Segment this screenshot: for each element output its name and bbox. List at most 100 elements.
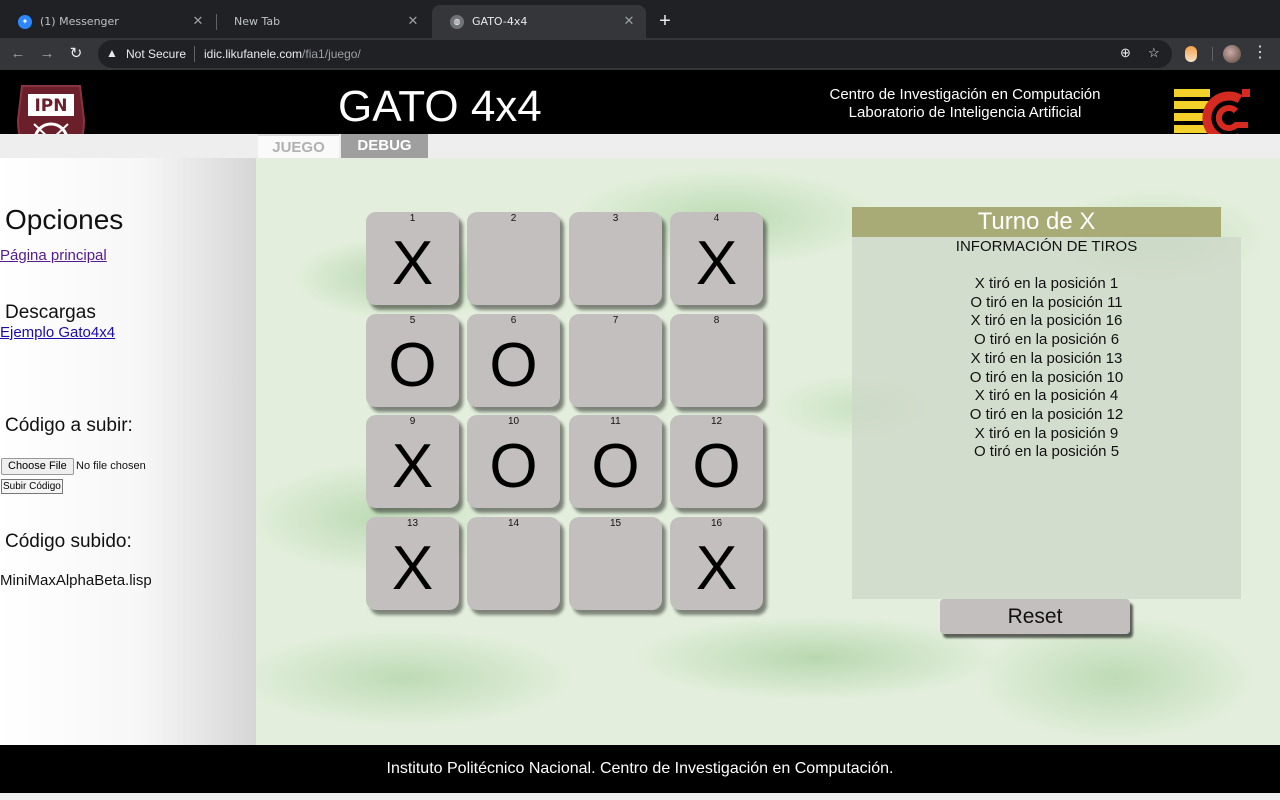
move-entry: O tiró en la posición 6 bbox=[973, 331, 1120, 349]
header-subtitle: Centro de Investigación en Computación L… bbox=[790, 86, 1140, 122]
board-cell-8[interactable]: 8 bbox=[670, 314, 763, 407]
cell-mark: X bbox=[391, 229, 434, 298]
board-cell-14[interactable]: 14 bbox=[467, 517, 560, 610]
cell-number: 13 bbox=[406, 518, 419, 529]
ipn-logo-text: IPN bbox=[34, 96, 67, 116]
upload-heading: Código a subir: bbox=[5, 415, 133, 436]
example-download-link[interactable]: Ejemplo Gato4x4 bbox=[0, 324, 115, 341]
back-icon[interactable]: ← bbox=[6, 42, 30, 66]
cell-mark: X bbox=[695, 534, 738, 603]
board-cell-11[interactable]: 11 O bbox=[569, 415, 662, 508]
tab-juego[interactable]: JUEGO bbox=[258, 134, 339, 158]
main-page-link[interactable]: Página principal bbox=[0, 247, 107, 264]
board-cell-15[interactable]: 15 bbox=[569, 517, 662, 610]
browser-tab-new-tab[interactable]: New Tab ✕ bbox=[216, 5, 430, 38]
close-tab-icon[interactable]: ✕ bbox=[191, 14, 205, 29]
board-cell-13[interactable]: 13 X bbox=[366, 517, 459, 610]
move-entry: O tiró en la posición 11 bbox=[970, 293, 1123, 311]
zoom-icon[interactable]: ⊕ bbox=[1120, 45, 1131, 61]
tab-strip-background bbox=[0, 134, 1280, 158]
uploaded-heading: Código subido: bbox=[5, 531, 132, 552]
cell-mark: O bbox=[591, 432, 640, 501]
options-heading: Opciones bbox=[5, 204, 124, 235]
url-host: idic.likufanele.com bbox=[204, 47, 303, 61]
tab-title: GATO-4x4 bbox=[472, 15, 528, 28]
browser-menu-icon[interactable]: ⋮ bbox=[1252, 42, 1268, 64]
move-entry: O tiró en la posición 5 bbox=[973, 443, 1120, 461]
move-entry: X tiró en la posición 9 bbox=[974, 424, 1119, 442]
cell-number: 15 bbox=[609, 518, 622, 529]
address-bar[interactable]: ▲ Not Secure idic.likufanele.com/fia1/ju… bbox=[98, 40, 1172, 68]
forward-icon[interactable]: → bbox=[35, 42, 59, 66]
cell-number: 10 bbox=[507, 416, 520, 427]
sidebar: Opciones Página principal Descargas Ejem… bbox=[0, 158, 256, 745]
downloads-heading: Descargas bbox=[5, 302, 96, 323]
browser-tab-messenger[interactable]: ✦ (1) Messenger ✕ bbox=[0, 5, 215, 38]
move-entry: O tiró en la posición 10 bbox=[969, 368, 1124, 386]
turn-indicator: Turno de X bbox=[852, 207, 1221, 237]
upload-code-button[interactable]: Subir Código bbox=[1, 479, 63, 494]
move-entry: X tiró en la posición 13 bbox=[970, 349, 1123, 367]
cell-number: 7 bbox=[612, 315, 619, 326]
cell-number: 5 bbox=[409, 315, 416, 326]
board-cell-2[interactable]: 2 bbox=[467, 212, 560, 305]
board-cell-16[interactable]: 16 X bbox=[670, 517, 763, 610]
moves-list: X tiró en la posición 1 O tiró en la pos… bbox=[852, 275, 1241, 462]
browser-toolbar: ← → ↻ ▲ Not Secure idic.likufanele.com/f… bbox=[0, 38, 1280, 70]
move-entry: X tiró en la posición 1 bbox=[974, 275, 1119, 292]
moves-info-panel: INFORMACIÓN DE TIROS X tiró en la posici… bbox=[852, 237, 1241, 599]
reload-icon[interactable]: ↻ bbox=[64, 42, 88, 66]
cell-mark: O bbox=[692, 432, 741, 501]
board-cell-6[interactable]: 6O bbox=[467, 314, 560, 407]
board-cell-9[interactable]: 9X bbox=[366, 415, 459, 508]
cell-number: 9 bbox=[409, 416, 416, 427]
close-tab-icon[interactable]: ✕ bbox=[406, 14, 420, 29]
warning-icon[interactable]: ▲ bbox=[106, 46, 118, 60]
board-cell-7[interactable]: 7 bbox=[569, 314, 662, 407]
cell-number: 4 bbox=[713, 213, 720, 224]
cell-mark: X bbox=[391, 534, 434, 603]
board-cell-3[interactable]: 3 bbox=[569, 212, 662, 305]
cell-number: 2 bbox=[510, 213, 517, 224]
cell-number: 3 bbox=[612, 213, 619, 224]
site-header: GATO 4x4 Centro de Investigación en Comp… bbox=[0, 70, 1280, 134]
cell-number: 14 bbox=[507, 518, 520, 529]
cell-mark: O bbox=[489, 331, 538, 400]
browser-tab-gato[interactable]: ◍ GATO-4x4 ✕ bbox=[432, 5, 646, 38]
cell-number: 11 bbox=[610, 416, 621, 427]
url-text[interactable]: idic.likufanele.com/fia1/juego/ bbox=[204, 47, 361, 61]
profile-avatar[interactable] bbox=[1223, 45, 1241, 63]
tab-title: New Tab bbox=[234, 15, 281, 28]
board-cell-10[interactable]: 10 O bbox=[467, 415, 560, 508]
page-title: GATO 4x4 bbox=[338, 82, 542, 131]
header-subtitle-line2: Laboratorio de Inteligencia Artificial bbox=[848, 104, 1082, 121]
extension-icon[interactable] bbox=[1185, 46, 1197, 62]
omnibox-divider bbox=[194, 46, 195, 62]
new-tab-button[interactable]: + bbox=[655, 9, 675, 33]
browser-tab-strip: ✦ (1) Messenger ✕ New Tab ✕ ◍ GATO-4x4 ✕… bbox=[0, 0, 1280, 38]
url-path: /fia1/juego/ bbox=[302, 47, 361, 61]
board-cell-4[interactable]: 4X bbox=[670, 212, 763, 305]
board-cell-1[interactable]: 1X bbox=[366, 212, 459, 305]
reset-button[interactable]: Reset bbox=[940, 599, 1130, 634]
moves-info-title: INFORMACIÓN DE TIROS bbox=[955, 238, 1138, 255]
bookmark-star-icon[interactable]: ☆ bbox=[1148, 45, 1160, 61]
cell-mark: X bbox=[695, 229, 738, 298]
site-footer: Instituto Politécnico Nacional. Centro d… bbox=[0, 745, 1280, 793]
board-cell-5[interactable]: 5O bbox=[366, 314, 459, 407]
bottom-strip bbox=[0, 793, 1280, 800]
cell-number: 12 bbox=[710, 416, 723, 427]
close-tab-icon[interactable]: ✕ bbox=[622, 14, 636, 29]
choose-file-button[interactable]: Choose File bbox=[1, 458, 74, 475]
cell-mark: X bbox=[391, 432, 434, 501]
board-cell-12[interactable]: 12 O bbox=[670, 415, 763, 508]
tab-debug[interactable]: DEBUG bbox=[341, 134, 428, 158]
web-page: GATO 4x4 Centro de Investigación en Comp… bbox=[0, 70, 1280, 800]
cell-number: 1 bbox=[409, 213, 416, 224]
toolbar-divider bbox=[1212, 47, 1213, 61]
tab-title: (1) Messenger bbox=[40, 15, 119, 28]
move-entry: X tiró en la posición 4 bbox=[974, 387, 1119, 405]
security-label[interactable]: Not Secure bbox=[126, 47, 186, 61]
cell-number: 6 bbox=[510, 315, 517, 326]
cell-number: 8 bbox=[713, 315, 720, 326]
